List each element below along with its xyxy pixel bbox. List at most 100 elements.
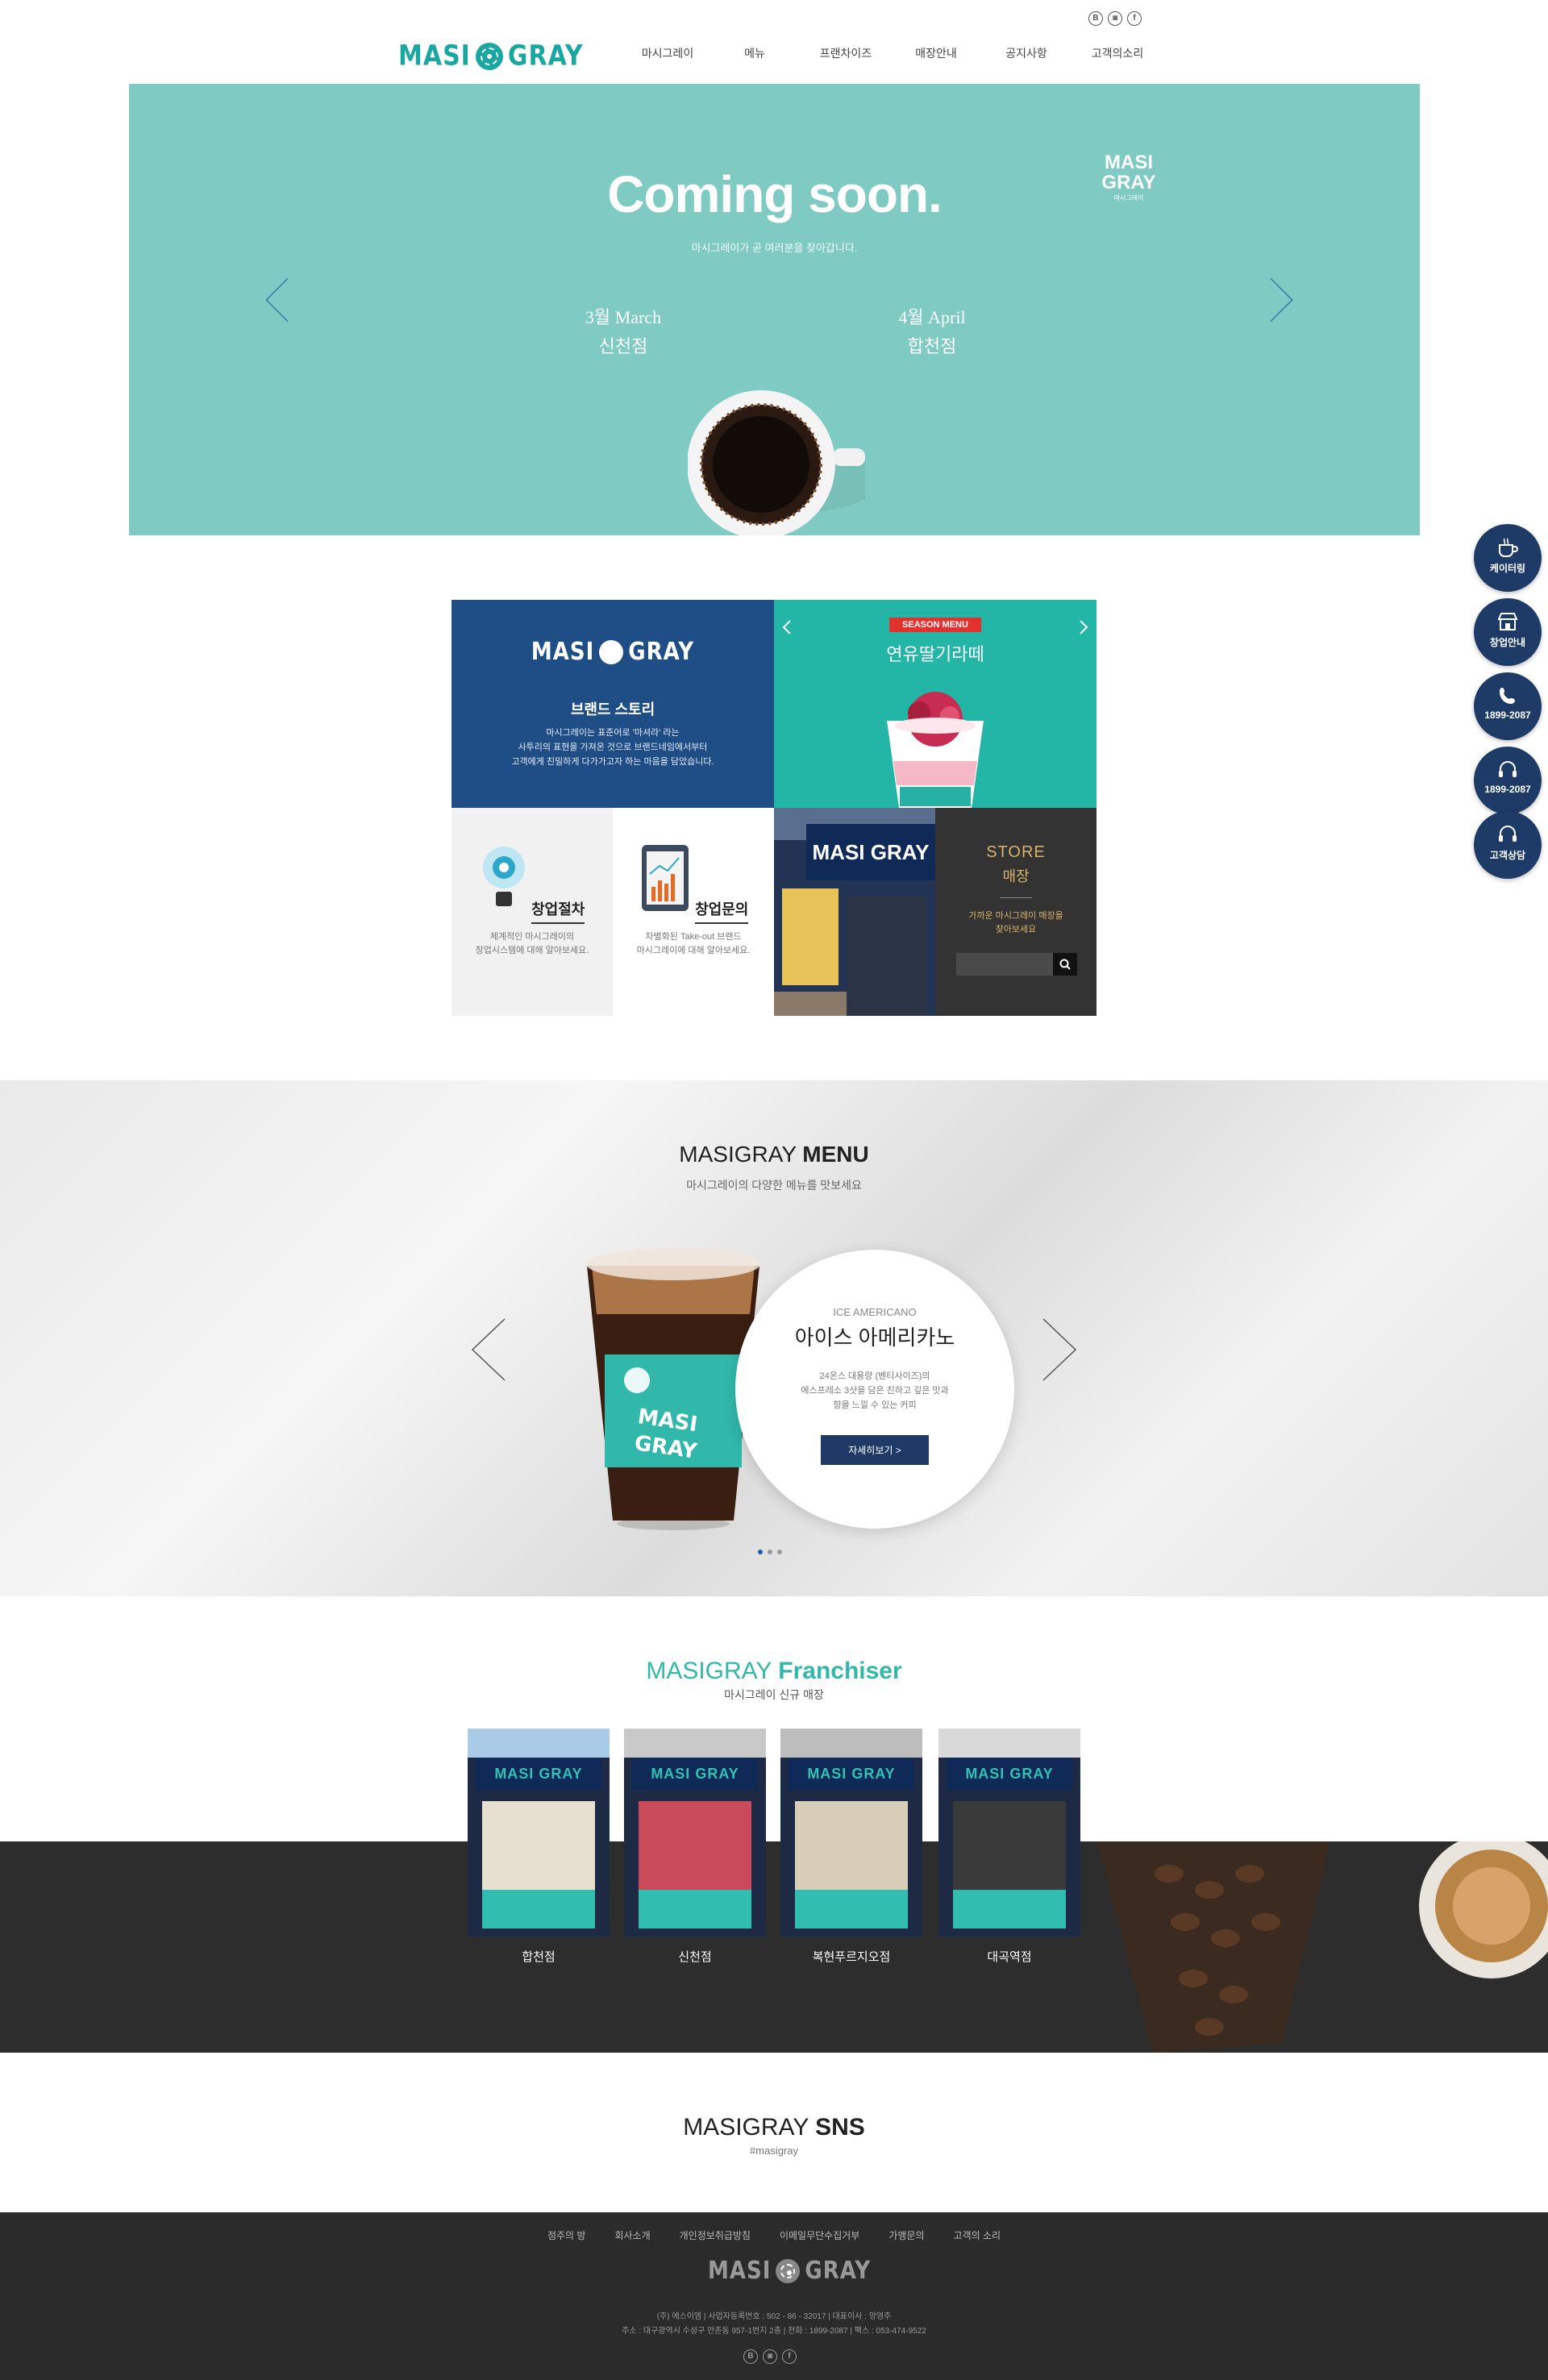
brand-logo-left: MASI (531, 638, 595, 667)
season-menu-title: 연유딸기라떼 (886, 644, 984, 664)
nav-item-menu[interactable]: 메뉴 (706, 45, 803, 61)
side-startup-button[interactable]: 창업안내 (1474, 598, 1542, 666)
hero-badge-top: MASI (1105, 152, 1153, 173)
storefront-door (847, 897, 927, 1016)
menu-dot[interactable] (777, 1550, 782, 1554)
shop-interior (639, 1801, 751, 1890)
season-menu-tile[interactable]: SEASON MENU 연유딸기라떼 (774, 600, 1096, 808)
blog-icon[interactable]: B (1088, 11, 1103, 26)
store-desc-line: 찾아보세요 (995, 925, 1037, 934)
brand-story-tile[interactable]: MASI GRAY 브랜드 스토리 마시그레이는 표준어로 '마셔라' 라는 사… (452, 600, 774, 808)
menu-dot[interactable] (768, 1550, 772, 1554)
store-desc-line: 가까운 마시그레이 매장을 (968, 911, 1063, 921)
tablet-chart-icon (641, 845, 689, 911)
menu-next-arrow[interactable] (1040, 1317, 1079, 1382)
store-search-input[interactable] (956, 953, 1053, 976)
footer-link-privacy[interactable]: 개인정보취급방침 (680, 2228, 751, 2242)
franchise-shop-card[interactable]: MASI GRAY (938, 1729, 1080, 1937)
blog-icon[interactable]: B (743, 2349, 758, 2364)
sns-title-light: MASIGRAY (683, 2114, 816, 2141)
nav-item-store[interactable]: 매장안내 (888, 45, 984, 61)
storefront-sign: MASI GRAY (806, 824, 935, 880)
menu-section-title: MASIGRAY MENU (0, 1142, 1548, 1167)
hero-date-2: 4월 April 합천점 (851, 303, 1013, 361)
footer-link-voice[interactable]: 고객의 소리 (954, 2228, 1001, 2242)
logo-text-right: GRAY (507, 40, 584, 73)
store-search (956, 953, 1077, 976)
franchiser-section: MASIGRAY Franchiser 마시그레이 신규 매장 (0, 1596, 1548, 2053)
startup-inquiry-title: 창업문의 (695, 898, 749, 924)
side-hotline-button[interactable]: 1899-2087 (1474, 747, 1542, 814)
startup-process-title: 창업절차 (531, 898, 585, 924)
shop-counter (953, 1890, 1066, 1929)
shop-counter (639, 1890, 751, 1929)
shop-counter (482, 1890, 595, 1929)
sns-section: MASIGRAY SNS #masigray (0, 2053, 1548, 2212)
startup-process-tile[interactable]: 창업절차 체계적인 마시그레이의 창업시스템에 대해 알아보세요. (452, 808, 613, 1016)
franchise-shop-card[interactable]: MASI GRAY (468, 1729, 610, 1937)
inquiry-desc-line: 마시그레이에 대해 알아보세요. (636, 946, 751, 955)
shop-sky (468, 1729, 610, 1758)
shop-sign-text: MASI GRAY (494, 1766, 583, 1782)
footer-link-owner[interactable]: 점주의 방 (547, 2228, 586, 2242)
store-search-button[interactable] (1053, 953, 1077, 976)
startup-inquiry-tile[interactable]: 창업문의 차별화된 Take-out 브랜드 마시그레이에 대해 알아보세요. (613, 808, 774, 1016)
menu-prev-arrow[interactable] (469, 1317, 508, 1382)
menu-item-desc: 24온스 대용량 (벤티사이즈)의 에스프레소 3샷을 담은 진하고 깊은 맛과… (735, 1369, 1014, 1413)
facebook-icon[interactable]: f (782, 2349, 797, 2364)
nav-item-franchise[interactable]: 프랜차이즈 (803, 45, 888, 61)
menu-item-en: ICE AMERICANO (833, 1306, 917, 1318)
footer-link-company[interactable]: 회사소개 (614, 2228, 650, 2242)
hero-next-arrow[interactable] (1256, 276, 1305, 324)
menu-title-light: MASIGRAY (679, 1142, 803, 1167)
shop-sign: MASI GRAY (476, 1758, 601, 1790)
facebook-icon[interactable]: f (1127, 11, 1142, 26)
side-catering-label: 케이터링 (1489, 563, 1526, 574)
hero-subtitle: 마시그레이가 곧 여러분을 찾아갑니다. (691, 242, 858, 254)
sns-title: MASIGRAY SNS (0, 2114, 1548, 2141)
franchise-shop-card[interactable]: MASI GRAY (624, 1729, 766, 1937)
shop-sign: MASI GRAY (632, 1758, 758, 1790)
franchise-shop-card[interactable]: MASI GRAY (780, 1729, 922, 1937)
site-logo[interactable]: MASI GRAY (398, 40, 584, 73)
instagram-icon[interactable]: ◙ (763, 2349, 777, 2364)
season-next-arrow[interactable] (1079, 619, 1088, 635)
store-title-en: STORE (986, 843, 1046, 861)
hero-prev-arrow[interactable] (254, 276, 302, 324)
shop-sign: MASI GRAY (789, 1758, 914, 1790)
coffee-cup-icon (1499, 538, 1518, 557)
headset-icon (1499, 761, 1517, 777)
side-phone-button[interactable]: 1899-2087 (1474, 672, 1542, 740)
season-prev-arrow[interactable] (782, 619, 792, 635)
site-header: B ◙ f MASI GRAY 마시그레이 메뉴 프랜차이즈 매장안내 공지사항… (0, 0, 1548, 84)
side-consult-button[interactable]: 고객상담 (1474, 811, 1542, 879)
menu-desc-line: 에스프레소 3샷을 담은 진하고 깊은 맛과 (801, 1386, 949, 1396)
coffee-beans-image (1096, 1841, 1548, 2053)
process-desc-line: 창업시스템에 대해 알아보세요. (475, 946, 589, 955)
instagram-icon[interactable]: ◙ (1108, 11, 1122, 26)
brand-tile-logo: MASI GRAY (452, 638, 774, 667)
startup-process-desc: 체계적인 마시그레이의 창업시스템에 대해 알아보세요. (452, 930, 613, 958)
footer-link-email-policy[interactable]: 이메일무단수집거부 (780, 2228, 859, 2242)
shop-label: 복현푸르지오점 (812, 1950, 891, 1964)
storefront-photo-tile: MASI GRAY (774, 808, 935, 1016)
menu-desc-line: 24온스 대용량 (벤티사이즈)의 (819, 1371, 930, 1381)
franchiser-subtitle: 마시그레이 신규 매장 (724, 1688, 824, 1701)
side-startup-label: 창업안내 (1489, 637, 1526, 648)
side-catering-button[interactable]: 케이터링 (1474, 524, 1542, 592)
store-finder-tile: STORE 매장 가까운 마시그레이 매장을 찾아보세요 (935, 808, 1096, 1016)
nav-item-notice[interactable]: 공지사항 (984, 45, 1069, 61)
nav-item-voice[interactable]: 고객의소리 (1069, 45, 1166, 61)
hero-date-1: 3월 March 신천점 (543, 303, 704, 361)
menu-dot-active[interactable] (758, 1550, 763, 1554)
footer-logo[interactable]: MASI GRAY (708, 2257, 871, 2286)
sns-title-bold: SNS (815, 2114, 865, 2141)
orange-logo-icon (776, 2259, 801, 2283)
footer-link-franchise[interactable]: 가맹문의 (888, 2228, 924, 2242)
storefront-plants (774, 992, 847, 1016)
shop-interior (795, 1801, 908, 1890)
main-nav: 마시그레이 메뉴 프랜차이즈 매장안내 공지사항 고객의소리 (629, 45, 1166, 61)
menu-detail-button[interactable]: 자세히보기 > (821, 1435, 929, 1465)
process-desc-line: 체계적인 마시그레이의 (489, 932, 575, 942)
nav-item-masigray[interactable]: 마시그레이 (629, 45, 706, 61)
